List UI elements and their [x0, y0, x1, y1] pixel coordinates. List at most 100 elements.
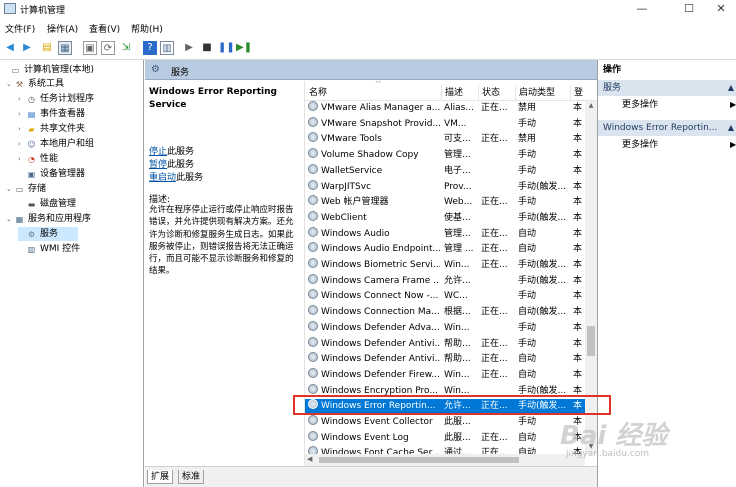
service-name: VMware Alias Manager a...	[308, 101, 440, 117]
tree-item-local-users-groups[interactable]: › ☺ 本地用户和组	[18, 137, 94, 151]
tree-item-computer-management[interactable]: ▭ 计算机管理(本地)	[2, 63, 94, 77]
service-gear-icon	[308, 415, 318, 425]
wmi-icon: ▥	[27, 245, 36, 254]
stop-service-link[interactable]: 停止	[149, 147, 167, 157]
back-arrow-icon[interactable]: ◀	[3, 41, 17, 55]
vertical-scroll-thumb[interactable]	[587, 326, 595, 356]
service-description: Web...	[444, 197, 473, 208]
tree-item-storage[interactable]: ⌄ ▭ 存储	[6, 182, 46, 196]
tree-item-wmi-control[interactable]: ▥ WMI 控件	[18, 242, 80, 256]
tree-item-disk-management[interactable]: ▬ 磁盘管理	[18, 197, 76, 211]
actions-section-error-reporting[interactable]: Windows Error Reportin... ▲	[598, 120, 736, 136]
pause-service-icon[interactable]: ❚❚	[218, 41, 235, 55]
service-row[interactable]: Windows Audio 管理... 正在... 自动 本	[305, 226, 585, 243]
menu-help[interactable]: 帮助(H)	[131, 22, 163, 35]
service-row[interactable]: VMware Tools 可支... 正在... 禁用 本	[305, 132, 585, 148]
service-startup-type: 禁用	[518, 134, 537, 145]
clock-icon: ◷	[28, 95, 35, 104]
service-row[interactable]: Windows Encryption Pro... Win... 手动(触发... 本	[305, 383, 585, 400]
help-icon[interactable]: ?	[143, 41, 157, 55]
service-description: 使基...	[444, 212, 471, 223]
tree-item-system-tools[interactable]: ⌄ ⚒ 系统工具	[6, 77, 64, 91]
service-row[interactable]: Windows Connect Now -... WC... 手动 本	[305, 289, 585, 305]
service-description: 允许...	[444, 275, 471, 286]
service-row[interactable]: Windows Defender Antivi... 帮助... 正在... 手动 本	[305, 336, 585, 353]
service-row[interactable]: VMware Snapshot Provid... VM... 手动 本	[305, 116, 585, 133]
submenu-arrow-icon: ▶	[730, 140, 736, 149]
menu-action[interactable]: 操作(A)	[47, 22, 78, 35]
stop-service-action: 停止此服务	[149, 147, 195, 157]
actions-section-services[interactable]: 服务 ▲	[598, 80, 736, 96]
service-row[interactable]: Windows Biometric Servi... Win... 正在... 手动(…	[305, 258, 585, 274]
start-service-icon[interactable]: ▶	[182, 41, 196, 55]
properties-icon[interactable]: ▣	[83, 41, 97, 55]
tab-standard[interactable]: 标准	[178, 470, 205, 484]
service-row[interactable]: Windows Defender Firew... Win... 正在... 自动 本	[305, 367, 585, 384]
column-description[interactable]: 描述	[441, 85, 463, 101]
sort-ascending-icon: ^	[375, 81, 382, 88]
pause-service-link[interactable]: 暂停	[149, 160, 167, 170]
close-button[interactable]: ✕	[702, 0, 736, 18]
tree-item-services-and-applications[interactable]: ⌄ ▦ 服务和应用程序	[6, 212, 91, 226]
service-row[interactable]: Windows Audio Endpoint... 管理 ... 正在... 自动 本	[305, 242, 585, 258]
column-startup-type[interactable]: 启动类型	[515, 85, 555, 101]
menu-file[interactable]: 文件(F)	[5, 22, 35, 35]
service-startup-type: 手动	[518, 291, 537, 302]
service-log-on-as: 本	[573, 244, 583, 255]
column-headers: 名称 ^ 描述 状态 启动类型 登	[305, 81, 597, 101]
service-row[interactable]: VMware Alias Manager a... Alias... 正在... 禁用…	[305, 101, 585, 117]
column-name[interactable]: 名称	[306, 85, 327, 101]
services-header-title: 服务	[171, 68, 190, 78]
export-list-icon[interactable]: ⇲	[119, 41, 133, 55]
service-row[interactable]: Windows Defender Adva... Win... 手动 本	[305, 320, 585, 337]
service-row[interactable]: WebClient 使基... 手动(触发... 本	[305, 210, 585, 227]
service-row[interactable]: Web 帐户管理器 Web... 正在... 手动 本	[305, 195, 585, 211]
service-row[interactable]: Windows Connection Ma... 根据... 正在... 自动(触发.…	[305, 305, 585, 321]
service-row[interactable]: Windows Defender Antivi... 帮助... 正在... 自动 本	[305, 352, 585, 368]
refresh-icon[interactable]: ⟳	[101, 41, 115, 55]
device-icon: ▣	[27, 170, 36, 179]
vertical-scrollbar[interactable]: ▲ ▼	[585, 101, 597, 454]
service-name: WarpJITSvc	[308, 179, 440, 196]
tree-item-event-viewer[interactable]: › ▤ 事件查看器	[18, 107, 85, 121]
horizontal-scroll-thumb[interactable]	[319, 457, 519, 463]
show-tree-icon[interactable]: ▦	[58, 41, 72, 55]
baidu-jingyan-watermark: Bai 经验 jingyan.baidu.com	[530, 407, 730, 467]
minimize-button[interactable]: —	[623, 0, 661, 18]
forward-arrow-icon[interactable]: ▶	[20, 41, 34, 55]
restart-service-link[interactable]: 重启动	[149, 173, 176, 183]
service-name: Windows Audio	[308, 226, 440, 243]
service-gear-icon	[308, 430, 318, 441]
service-status: 正在...	[481, 244, 508, 255]
service-row[interactable]: WarpJITSvc Prov... 手动(触发... 本	[305, 179, 585, 196]
tree-item-task-scheduler[interactable]: › ◷ 任务计划程序	[18, 92, 94, 106]
service-description: 管理...	[444, 150, 471, 161]
service-name: Web 帐户管理器	[308, 195, 440, 211]
disk-icon: ▬	[27, 200, 36, 209]
tree-item-performance[interactable]: › ◔ 性能	[18, 152, 58, 166]
tab-extended[interactable]: 扩展	[147, 470, 174, 484]
column-log-on-as[interactable]: 登	[570, 85, 583, 101]
tree-item-device-manager[interactable]: ▣ 设备管理器	[18, 167, 85, 181]
menu-view[interactable]: 查看(V)	[89, 22, 120, 35]
service-log-on-as: 本	[573, 134, 583, 145]
stop-service-icon[interactable]: ■	[200, 41, 214, 55]
service-log-on-as: 本	[573, 118, 583, 129]
service-description: Prov...	[444, 181, 472, 192]
more-actions-services[interactable]: 更多操作 ▶	[622, 98, 736, 112]
service-log-on-as: 本	[573, 385, 583, 396]
service-row[interactable]: WalletService 电子... 手动 本	[305, 163, 585, 180]
console-icon[interactable]: ▥	[160, 41, 174, 55]
service-gear-icon	[308, 116, 318, 127]
tree-item-services[interactable]: ⚙ 服务	[18, 227, 78, 241]
tree-item-shared-folders[interactable]: › ▰ 共享文件夹	[18, 122, 85, 136]
up-folder-icon[interactable]: ▤	[40, 41, 54, 55]
service-row[interactable]: Windows Camera Frame ... 允许... 手动(触发... 本	[305, 273, 585, 290]
restart-service-icon[interactable]: ▶❚	[236, 41, 252, 55]
scroll-up-icon[interactable]: ▲	[585, 102, 597, 112]
more-actions-error-reporting[interactable]: 更多操作 ▶	[622, 138, 736, 152]
service-row[interactable]: Volume Shadow Copy 管理... 手动 本	[305, 148, 585, 164]
restart-service-action: 重启动此服务	[149, 173, 204, 183]
column-status[interactable]: 状态	[478, 85, 500, 101]
scroll-left-icon[interactable]: ◀	[307, 455, 312, 463]
